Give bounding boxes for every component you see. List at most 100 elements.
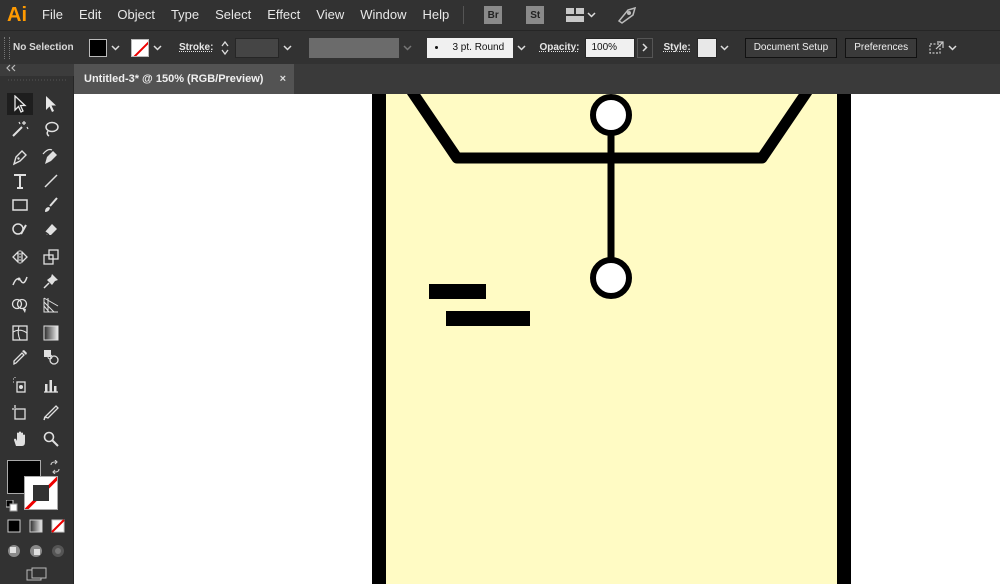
stroke-label[interactable]: Stroke: <box>179 42 213 53</box>
perspective-grid-icon <box>43 297 59 313</box>
short-dash-bar[interactable] <box>429 284 486 299</box>
stroke-weight-field[interactable] <box>235 37 280 58</box>
opacity-popup-button[interactable] <box>637 37 654 58</box>
change-screen-mode-button[interactable] <box>22 566 52 582</box>
type-tool[interactable] <box>7 170 33 192</box>
zoom-tool[interactable] <box>38 428 64 450</box>
stroke-swatch[interactable] <box>131 38 149 57</box>
menu-effect[interactable]: Effect <box>259 0 308 30</box>
chevron-down-icon <box>948 44 957 51</box>
pen-tool[interactable] <box>7 146 33 168</box>
magic-wand-icon <box>12 121 29 137</box>
lasso-icon <box>45 121 59 137</box>
brush-dropdown[interactable] <box>513 38 529 58</box>
puppet-warp-tool[interactable] <box>38 270 64 292</box>
eyedropper-tool[interactable] <box>7 346 33 368</box>
swap-fill-stroke-button[interactable] <box>48 459 62 475</box>
variable-width-profile <box>309 37 400 58</box>
gpu-performance-button[interactable] <box>616 6 638 24</box>
arrange-documents-button[interactable] <box>566 8 596 22</box>
type-t-icon <box>14 174 26 189</box>
chevron-right-icon <box>642 43 649 52</box>
gradient-icon <box>43 325 59 341</box>
document-tab[interactable]: Untitled-3* @ 150% (RGB/Preview) × <box>74 64 294 94</box>
opacity-field[interactable]: 100% <box>585 37 636 58</box>
stroke-dropdown[interactable] <box>149 38 165 58</box>
stock-button[interactable]: St <box>526 6 545 24</box>
close-tab-icon[interactable]: × <box>280 73 286 85</box>
menu-help[interactable]: Help <box>414 0 457 30</box>
curvature-tool[interactable] <box>38 146 64 168</box>
shaper-tool[interactable] <box>7 218 33 240</box>
none-mode-button[interactable] <box>48 517 68 535</box>
menu-type[interactable]: Type <box>163 0 207 30</box>
gradient-tool[interactable] <box>38 322 64 344</box>
artboard-canvas[interactable] <box>74 94 1000 584</box>
shape-builder-tool[interactable] <box>7 294 33 316</box>
default-fill-stroke-button[interactable] <box>5 499 18 512</box>
draw-normal-button[interactable] <box>4 542 24 560</box>
perspective-grid-tool[interactable] <box>38 294 64 316</box>
toolbox-collapse-strip[interactable] <box>0 64 74 76</box>
width-tool[interactable] <box>7 270 33 292</box>
variable-width-dropdown <box>399 38 415 58</box>
fill-dropdown[interactable] <box>107 38 123 58</box>
direct-selection-tool[interactable] <box>38 93 64 115</box>
hand-tool[interactable] <box>7 428 33 450</box>
top-node-circle[interactable] <box>590 94 632 136</box>
screen-mode-icon <box>26 567 47 581</box>
fill-swatch[interactable] <box>89 38 107 57</box>
pen-nib-icon <box>12 150 27 166</box>
column-graph-tool[interactable] <box>38 374 64 396</box>
style-label[interactable]: Style: <box>663 42 690 53</box>
transform-options-button[interactable] <box>927 40 957 56</box>
selection-status: No Selection <box>13 42 74 53</box>
selection-tool[interactable] <box>7 93 33 115</box>
stroke-color-box[interactable] <box>24 476 58 510</box>
reflect-tool[interactable] <box>7 246 33 268</box>
bottom-node-circle[interactable] <box>590 257 632 299</box>
menu-select[interactable]: Select <box>207 0 259 30</box>
menu-object[interactable]: Object <box>109 0 163 30</box>
menu-separator <box>463 6 465 24</box>
gradient-mode-button[interactable] <box>26 517 46 535</box>
solid-color-icon <box>7 519 21 533</box>
slice-tool[interactable] <box>38 402 64 424</box>
draw-behind-button[interactable] <box>26 542 46 560</box>
brush-definition[interactable]: 3 pt. Round <box>427 37 514 58</box>
eyedropper-icon <box>13 350 27 366</box>
lasso-tool[interactable] <box>38 118 64 140</box>
brush-dot-icon <box>435 46 439 49</box>
color-mode-button[interactable] <box>4 517 24 535</box>
long-dash-bar[interactable] <box>446 311 530 326</box>
mesh-tool[interactable] <box>7 322 33 344</box>
rectangle-tool[interactable] <box>7 194 33 216</box>
draw-inside-button[interactable] <box>48 542 68 560</box>
preferences-button[interactable]: Preferences <box>845 37 918 58</box>
blend-tool[interactable] <box>38 346 64 368</box>
curvature-pen-icon <box>42 148 57 164</box>
stepper-arrows-icon <box>221 40 229 55</box>
menu-window[interactable]: Window <box>352 0 414 30</box>
default-colors-icon <box>5 499 18 512</box>
menu-file[interactable]: File <box>34 0 71 30</box>
panel-grip[interactable] <box>4 36 10 59</box>
stroke-weight-dropdown[interactable] <box>279 38 295 58</box>
eraser-tool[interactable] <box>38 218 64 240</box>
graphic-style-swatch[interactable] <box>696 37 717 58</box>
scale-tool[interactable] <box>38 246 64 268</box>
stroke-weight-stepper[interactable] <box>219 38 231 58</box>
opacity-label[interactable]: Opacity: <box>539 42 579 53</box>
bridge-button[interactable]: Br <box>484 6 503 24</box>
gradient-swatch-icon <box>29 519 43 533</box>
symbol-sprayer-tool[interactable] <box>7 374 33 396</box>
collapse-double-chevron-icon <box>6 64 16 72</box>
menu-edit[interactable]: Edit <box>71 0 109 30</box>
magic-wand-tool[interactable] <box>7 118 33 140</box>
line-segment-tool[interactable] <box>38 170 64 192</box>
graphic-style-dropdown[interactable] <box>717 38 733 58</box>
menu-view[interactable]: View <box>308 0 352 30</box>
paintbrush-tool[interactable] <box>38 194 64 216</box>
artboard-tool[interactable] <box>7 402 33 424</box>
document-setup-button[interactable]: Document Setup <box>744 37 838 58</box>
